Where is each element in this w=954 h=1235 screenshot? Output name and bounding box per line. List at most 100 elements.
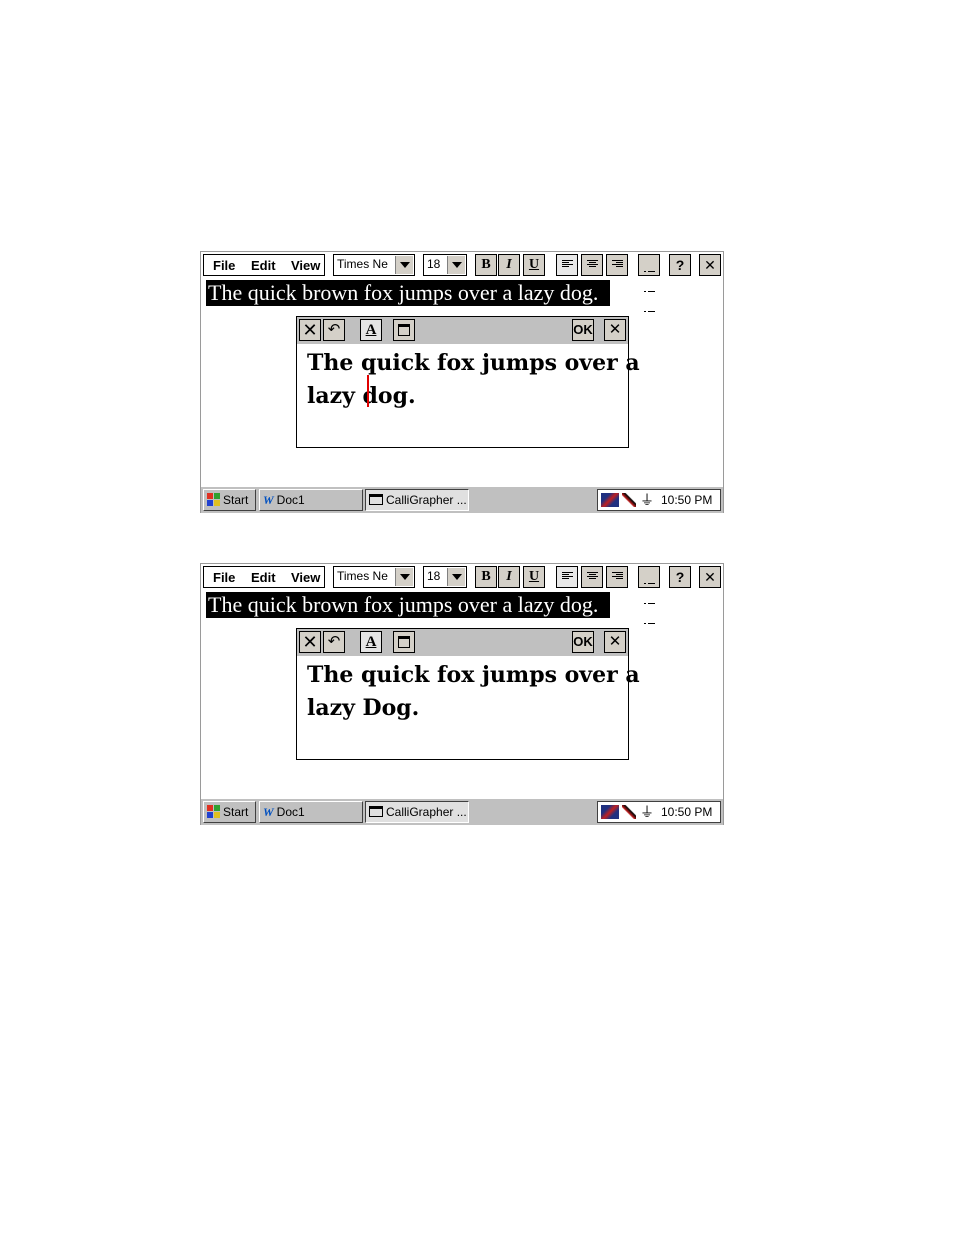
doc1-label: Doc1 [276,493,305,507]
ok-button[interactable]: OK [572,631,594,653]
font-size-value: 18 [427,569,441,583]
system-tray: ⏚ 10:50 PM [597,489,721,511]
bold-button[interactable]: B [475,566,497,588]
text-mode-icon[interactable]: A [360,319,382,341]
align-left-icon [562,572,573,583]
underline-button[interactable]: U [523,254,545,276]
menu-bar: File Edit View [203,566,325,588]
bullets-button[interactable] [638,566,660,624]
cancel-x-icon[interactable]: ✕ [299,631,321,653]
taskbar-calligrapher[interactable]: CalliGrapher ... [365,801,469,823]
taskbar: Start W Doc1 CalliGrapher ... ⏚ 10:50 PM [201,486,723,513]
menu-view[interactable]: View [291,570,320,585]
align-left-button[interactable] [556,254,578,276]
chevron-down-icon[interactable] [447,568,465,586]
power-plug-icon[interactable]: ⏚ [640,802,654,822]
cancel-x-icon[interactable]: ✕ [299,319,321,341]
stylus-icon[interactable] [622,493,636,507]
clock: 10:50 PM [661,805,713,819]
bold-button[interactable]: B [475,254,497,276]
italic-button[interactable]: I [498,566,520,588]
tray-tools-icon[interactable] [601,493,619,507]
clock: 10:50 PM [661,493,713,507]
word-icon: W [263,805,274,819]
recognized-text-line-2[interactable]: lazy Dog. [307,692,627,725]
pocket-word-screen-2: File Edit View Times Ne 18 B I U ? ✕ The… [200,563,724,825]
align-center-button[interactable] [581,566,603,588]
start-button[interactable]: Start [203,489,256,511]
stylus-icon[interactable] [622,805,636,819]
text-mode-icon[interactable]: A [360,631,382,653]
italic-button[interactable]: I [498,254,520,276]
toolbar: File Edit View Times Ne 18 B I U ? ✕ [201,564,723,624]
taskbar: Start W Doc1 CalliGrapher ... ⏚ 10:50 PM [201,798,723,825]
start-label: Start [223,805,249,819]
font-name-combo[interactable]: Times Ne [333,254,415,276]
menu-view[interactable]: View [291,258,320,273]
ok-button[interactable]: OK [572,319,594,341]
calligrapher-close-button[interactable]: ✕ [604,319,626,341]
close-button[interactable]: ✕ [699,566,721,588]
calligrapher-toolbar: ✕ ↶ A OK ✕ [297,317,628,344]
windows-logo-icon [207,805,220,818]
taskbar-doc1[interactable]: W Doc1 [259,489,363,511]
window-icon [369,806,383,817]
align-right-icon [612,572,623,583]
close-button[interactable]: ✕ [699,254,721,276]
calligrapher-panel: ✕ ↶ A OK ✕ The quick fox jumps over a la… [296,316,640,448]
word-icon: W [263,493,274,507]
menu-edit[interactable]: Edit [251,570,276,585]
menu-file[interactable]: File [213,258,235,273]
window-mode-icon[interactable] [393,631,415,653]
chevron-down-icon[interactable] [395,256,413,274]
windows-logo-icon [207,493,220,506]
calligrapher-label: CalliGrapher ... [386,493,467,507]
align-left-button[interactable] [556,566,578,588]
recognized-text-line-2[interactable]: lazy dog. [307,380,627,413]
help-button[interactable]: ? [669,566,691,588]
align-center-icon [587,572,598,583]
font-name-combo[interactable]: Times Ne [333,566,415,588]
font-size-combo[interactable]: 18 [423,566,467,588]
tray-tools-icon[interactable] [601,805,619,819]
chevron-down-icon[interactable] [395,568,413,586]
start-label: Start [223,493,249,507]
bullets-button[interactable] [638,254,660,312]
ink-correction-caret [367,375,369,407]
calligrapher-close-button[interactable]: ✕ [604,631,626,653]
font-name-value: Times Ne [337,569,388,583]
doc1-label: Doc1 [276,805,305,819]
toolbar: File Edit View Times Ne 18 B I U ? ✕ [201,252,723,312]
align-right-button[interactable] [606,566,628,588]
menu-bar: File Edit View [203,254,325,276]
bullets-icon [644,260,655,312]
menu-file[interactable]: File [213,570,235,585]
window-mode-icon[interactable] [393,319,415,341]
underline-button[interactable]: U [523,566,545,588]
undo-icon[interactable]: ↶ [323,631,345,653]
power-plug-icon[interactable]: ⏚ [640,490,654,510]
selected-document-text[interactable]: The quick brown fox jumps over a lazy do… [206,280,611,306]
font-size-value: 18 [427,257,441,271]
selected-document-text[interactable]: The quick brown fox jumps over a lazy do… [206,592,611,618]
calligrapher-label: CalliGrapher ... [386,805,467,819]
chevron-down-icon[interactable] [447,256,465,274]
align-center-icon [587,260,598,271]
align-center-button[interactable] [581,254,603,276]
font-size-combo[interactable]: 18 [423,254,467,276]
taskbar-doc1[interactable]: W Doc1 [259,801,363,823]
align-right-button[interactable] [606,254,628,276]
align-left-icon [562,260,573,271]
start-button[interactable]: Start [203,801,256,823]
align-right-icon [612,260,623,271]
font-name-value: Times Ne [337,257,388,271]
taskbar-calligrapher[interactable]: CalliGrapher ... [365,489,469,511]
recognized-text-line-1[interactable]: The quick fox jumps over a [307,659,640,692]
bullets-icon [644,572,655,624]
undo-icon[interactable]: ↶ [323,319,345,341]
calligrapher-panel: ✕ ↶ A OK ✕ The quick fox jumps over a la… [296,628,640,760]
help-button[interactable]: ? [669,254,691,276]
menu-edit[interactable]: Edit [251,258,276,273]
recognized-text-line-1[interactable]: The quick fox jumps over a [307,347,640,380]
pocket-word-screen-1: File Edit View Times Ne 18 B I U ? ✕ The… [200,251,724,513]
